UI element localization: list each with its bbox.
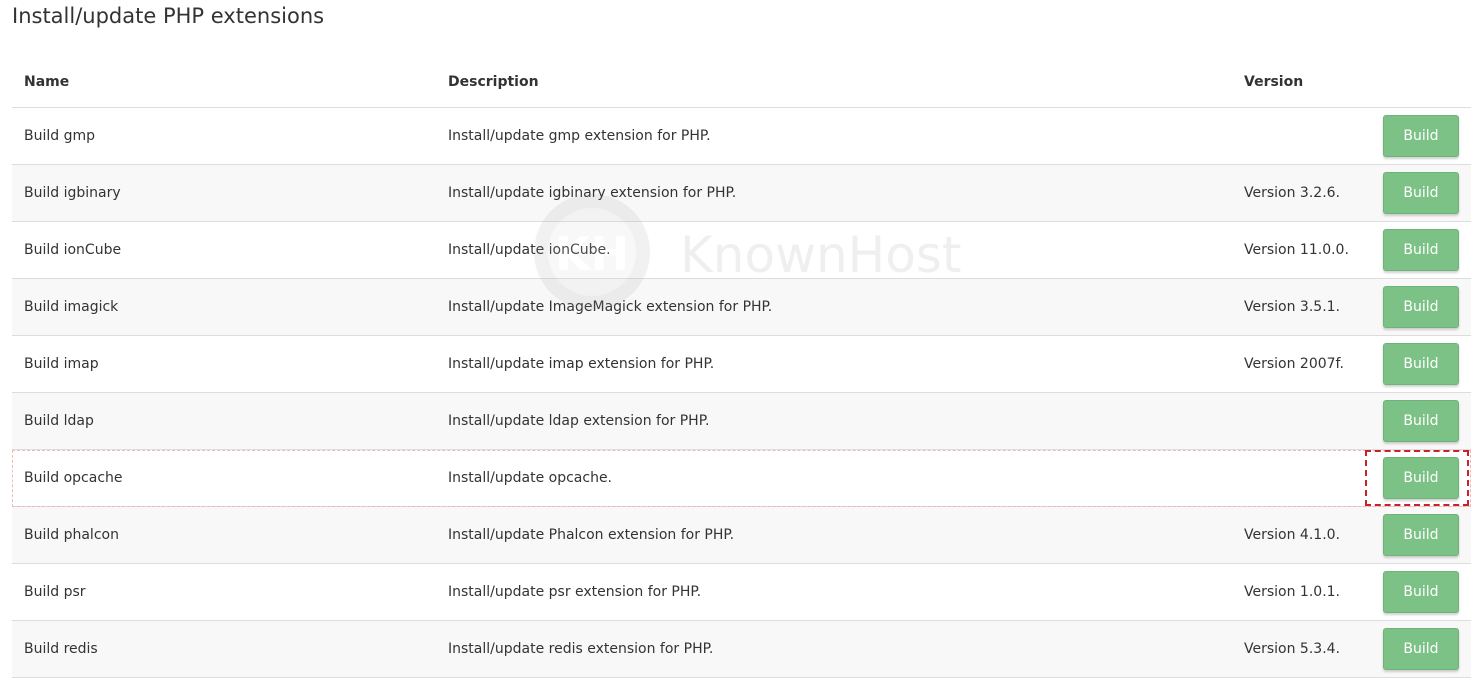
table-row: Build gmp Install/update gmp extension f… <box>12 108 1471 165</box>
build-imap-button[interactable]: Build <box>1383 343 1459 385</box>
table-row: Build imap Install/update imap extension… <box>12 336 1471 393</box>
table-row-highlighted: Build opcache Install/update opcache. Bu… <box>12 450 1471 507</box>
row-version: Version 3.2.6. <box>1244 185 1341 201</box>
build-psr-button[interactable]: Build <box>1383 571 1459 613</box>
row-description: Install/update igbinary extension for PH… <box>448 185 737 201</box>
row-name: Build psr <box>24 584 86 600</box>
build-ldap-button[interactable]: Build <box>1383 400 1459 442</box>
build-igbinary-button[interactable]: Build <box>1383 172 1459 214</box>
row-description: Install/update ionCube. <box>448 242 611 258</box>
row-name: Build gmp <box>24 128 96 144</box>
row-description: Install/update imap extension for PHP. <box>448 356 715 372</box>
build-opcache-button[interactable]: Build <box>1383 457 1459 499</box>
table-row: Build phalcon Install/update Phalcon ext… <box>12 507 1471 564</box>
row-version: Version 5.3.4. <box>1244 641 1341 657</box>
table-row: Build ldap Install/update ldap extension… <box>12 393 1471 450</box>
row-version: Version 3.5.1. <box>1244 299 1341 315</box>
header-version: Version <box>1244 73 1304 90</box>
page-title: Install/update PHP extensions <box>12 4 325 28</box>
row-name: Build imap <box>24 356 99 372</box>
build-redis-button[interactable]: Build <box>1383 628 1459 670</box>
row-name: Build opcache <box>24 470 123 486</box>
table-row: Build ionCube Install/update ionCube. Ve… <box>12 222 1471 279</box>
build-imagick-button[interactable]: Build <box>1383 286 1459 328</box>
build-phalcon-button[interactable]: Build <box>1383 514 1459 556</box>
row-version: Version 11.0.0. <box>1244 242 1349 258</box>
row-name: Build redis <box>24 641 98 657</box>
row-description: Install/update redis extension for PHP. <box>448 641 714 657</box>
extensions-table: Name Description Version Build gmp Insta… <box>12 56 1471 678</box>
row-version: Version 4.1.0. <box>1244 527 1341 543</box>
table-row: Build redis Install/update redis extensi… <box>12 621 1471 678</box>
row-description: Install/update ldap extension for PHP. <box>448 413 710 429</box>
row-name: Build phalcon <box>24 527 119 543</box>
row-description: Install/update ImageMagick extension for… <box>448 299 773 315</box>
table-row: Build psr Install/update psr extension f… <box>12 564 1471 621</box>
row-description: Install/update opcache. <box>448 470 613 486</box>
row-description: Install/update psr extension for PHP. <box>448 584 702 600</box>
build-gmp-button[interactable]: Build <box>1383 115 1459 157</box>
page: Install/update PHP extensions Name Descr… <box>0 0 1479 685</box>
table-row: Build igbinary Install/update igbinary e… <box>12 165 1471 222</box>
table-header: Name Description Version <box>12 56 1471 108</box>
table-row: Build imagick Install/update ImageMagick… <box>12 279 1471 336</box>
row-name: Build igbinary <box>24 185 121 201</box>
header-name: Name <box>24 73 70 90</box>
row-version: Version 2007f. <box>1244 356 1344 372</box>
row-description: Install/update gmp extension for PHP. <box>448 128 711 144</box>
row-version: Version 1.0.1. <box>1244 584 1341 600</box>
row-description: Install/update Phalcon extension for PHP… <box>448 527 735 543</box>
row-name: Build ldap <box>24 413 94 429</box>
row-name: Build imagick <box>24 299 119 315</box>
row-name: Build ionCube <box>24 242 122 258</box>
header-description: Description <box>448 73 539 90</box>
build-ioncube-button[interactable]: Build <box>1383 229 1459 271</box>
